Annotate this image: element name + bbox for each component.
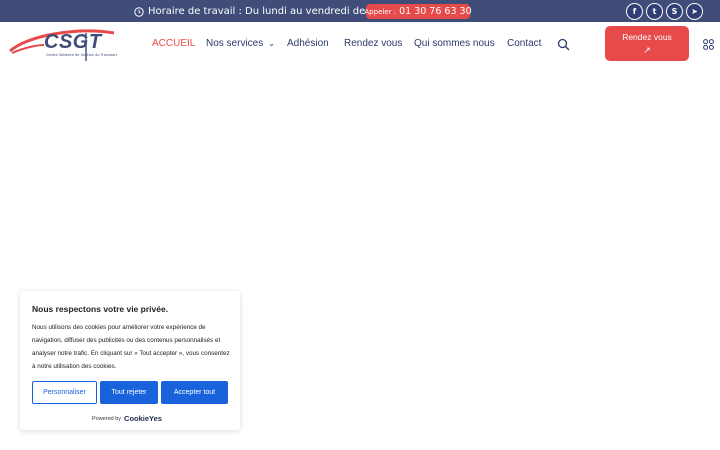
rendez-vous-button[interactable]: Rendez vous ↗ xyxy=(605,26,689,61)
facebook-link[interactable]: f xyxy=(626,3,643,20)
main-header: CSGT Centre Solidaire de Gestion du Tran… xyxy=(0,22,720,70)
chevron-down-icon: ⌄ xyxy=(268,39,275,48)
cookie-description: Nous utilisons des cookies pour améliore… xyxy=(32,324,230,370)
clock-icon xyxy=(134,6,144,17)
twitter-icon: t xyxy=(647,4,662,19)
nav-adhesion[interactable]: Adhésion xyxy=(287,38,329,49)
grid-menu-icon[interactable] xyxy=(703,39,714,50)
powered-by-text: Powered by xyxy=(92,415,122,422)
call-button[interactable]: Appeler : 01 30 76 63 30 xyxy=(364,4,472,19)
rendez-vous-button-label: Rendez vous xyxy=(622,32,672,42)
search-icon[interactable] xyxy=(557,38,570,51)
logo-subtitle: Centre Solidaire de Gestion du Transport xyxy=(46,53,118,57)
customize-button[interactable]: Personnaliser xyxy=(32,381,97,404)
skype-icon: S xyxy=(667,4,682,19)
facebook-icon: f xyxy=(627,4,642,19)
phone-number: 01 30 76 63 30 xyxy=(399,6,472,17)
nav-nos-services-label: Nos services xyxy=(206,38,264,49)
cookieyes-logo[interactable]: CookieYes xyxy=(124,414,162,423)
skype-link[interactable]: S xyxy=(666,3,683,20)
site-logo[interactable]: CSGT Centre Solidaire de Gestion du Tran… xyxy=(8,27,118,67)
top-bar: Horaire de travail : Du lundi au vendred… xyxy=(0,0,720,22)
twitter-link[interactable]: t xyxy=(646,3,663,20)
nav-accueil[interactable]: ACCUEIL xyxy=(152,38,195,49)
nav-nos-services[interactable]: Nos services ⌄ xyxy=(206,38,275,49)
telegram-icon: ➤ xyxy=(687,4,702,19)
accept-all-button[interactable]: Accepter tout xyxy=(161,381,228,404)
nav-rendez-vous[interactable]: Rendez vous xyxy=(344,38,402,49)
cookie-title: Nous respectons votre vie privée. xyxy=(32,304,169,314)
powered-by: Powered by CookieYes xyxy=(92,414,162,423)
arrow-up-right-icon: ↗ xyxy=(643,45,651,55)
nav-qui-sommes-nous[interactable]: Qui sommes nous xyxy=(414,38,495,49)
reject-all-button[interactable]: Tout rejeter xyxy=(100,381,158,404)
logo-text: CSGT xyxy=(44,31,102,53)
telegram-link[interactable]: ➤ xyxy=(686,3,703,20)
nav-contact[interactable]: Contact xyxy=(507,38,541,49)
call-prefix: Appeler : xyxy=(364,7,397,16)
cookie-consent-banner: Nous respectons votre vie privée. Nous u… xyxy=(20,291,240,430)
